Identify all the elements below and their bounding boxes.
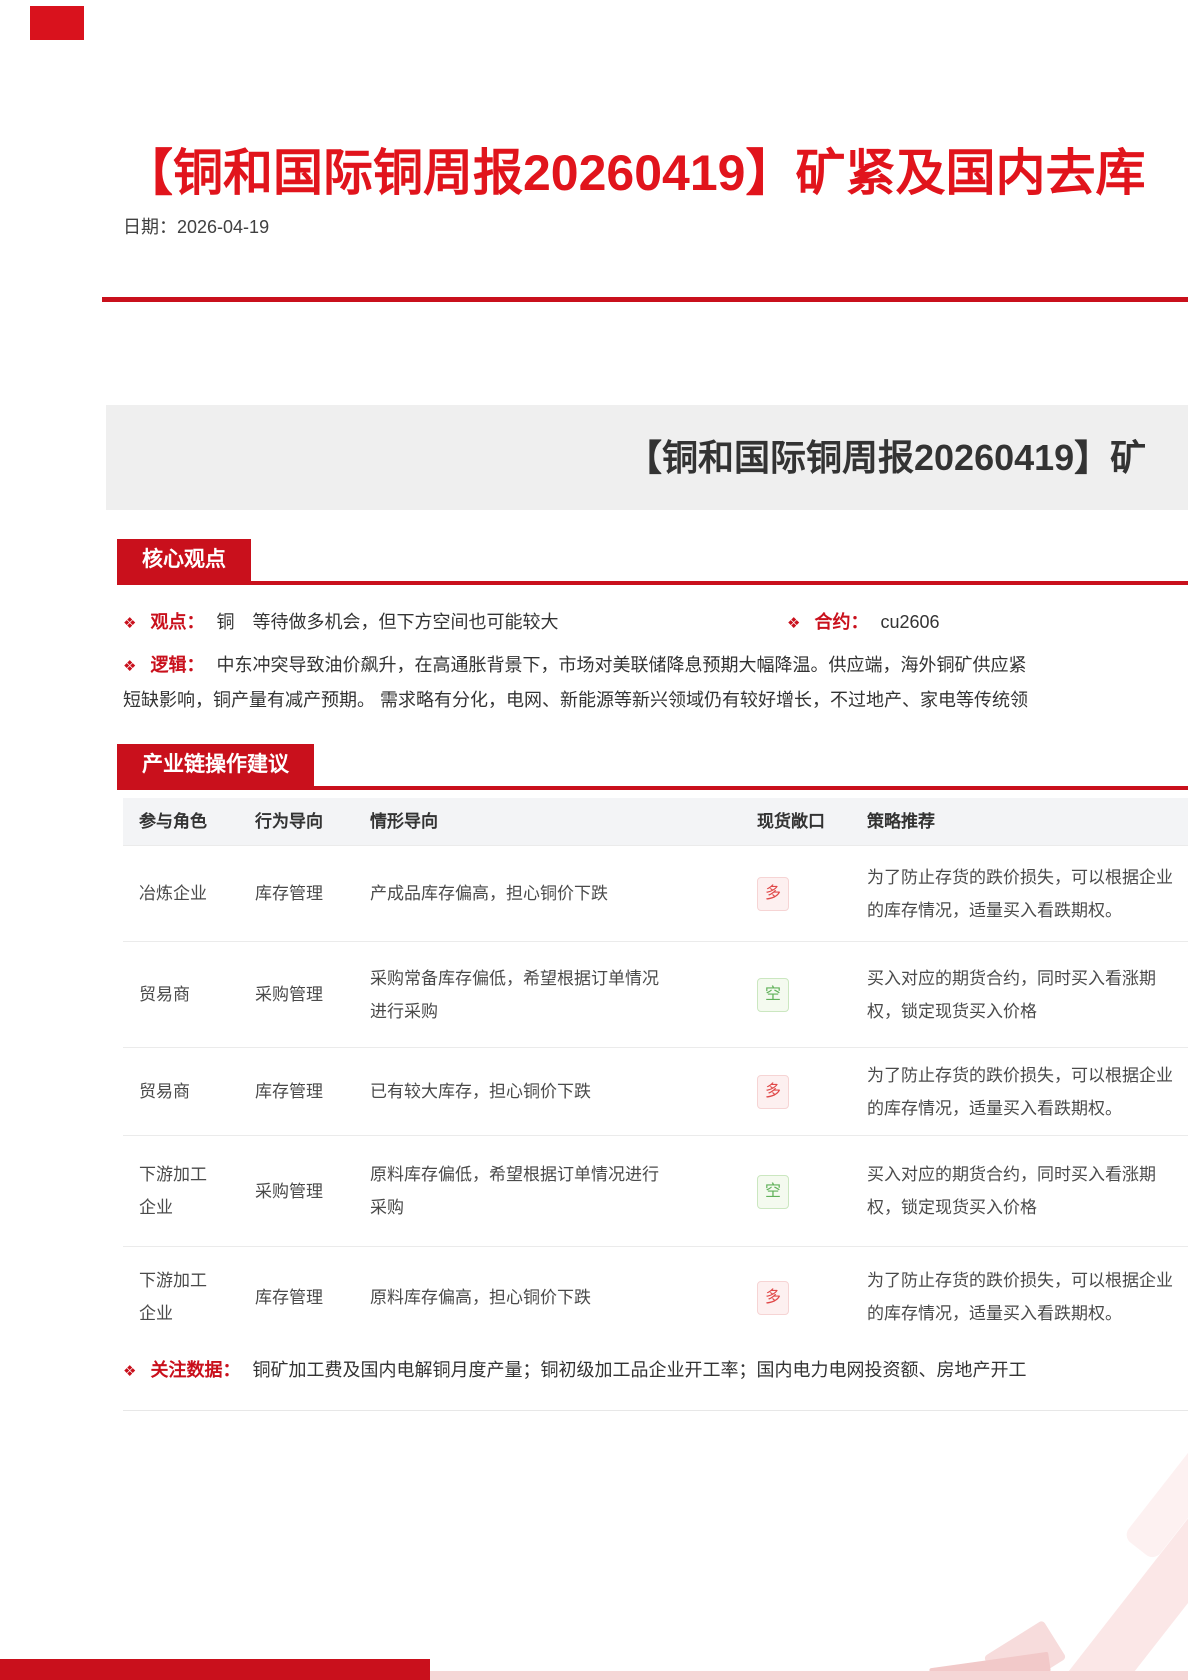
- header-strategy: 策略推荐: [867, 812, 935, 831]
- header-exposure: 现货敞口: [757, 812, 825, 831]
- cell-role: 贸易商: [139, 1082, 190, 1101]
- top-left-red-block: [30, 6, 84, 40]
- logic-paragraph: ❖ 逻辑： 中东冲突导致油价飙升，在高通胀背景下，市场对美联储降息预期大幅降温。供应…: [123, 648, 1188, 720]
- cell-behavior: 库存管理: [255, 1287, 323, 1307]
- cell-strategy: 为了防止存货的跌价损失，可以根据企业的库存情况，适量买入看跌期权。: [867, 867, 1173, 920]
- footer-red-strip: [0, 1659, 430, 1680]
- cell-strategy: 为了防止存货的跌价损失，可以根据企业的库存情况，适量买入看跌期权。: [867, 1271, 1173, 1323]
- page-title: 【铜和国际铜周报20260419】矿紧及国内去库: [123, 144, 1146, 201]
- advice-table: 参与角色 行为导向 情形导向 现货敞口 策略推荐 冶炼企业 库存管理 产成品库存…: [123, 798, 1188, 1347]
- exposure-badge-short: 空: [757, 1174, 789, 1209]
- exposure-badge-long: 多: [757, 877, 789, 911]
- contract-value: cu2606: [880, 612, 940, 632]
- cell-role: 贸易商: [139, 985, 190, 1004]
- watch-data-label: 关注数据：: [150, 1360, 241, 1380]
- watermark-stroke: [1061, 1428, 1188, 1680]
- report-date: 日期：2026-04-19: [123, 217, 270, 237]
- section-tag-industry: 产业链操作建议: [117, 744, 314, 786]
- viewpoint-text: 铜 等待做多机会，但下方空间也可能较大: [216, 612, 559, 632]
- bottom-divider: [123, 1410, 1188, 1411]
- banner-title: 【铜和国际铜周报20260419】矿: [626, 437, 1147, 478]
- cell-strategy: 买入对应的期货合约，同时买入看涨期权，锁定现货买入价格: [867, 968, 1156, 1021]
- cell-role: 下游加工企业: [139, 1271, 207, 1323]
- diamond-bullet-icon: ❖: [123, 615, 137, 632]
- footer-pink-band: [430, 1671, 1188, 1680]
- exposure-badge-long: 多: [757, 1280, 789, 1315]
- cell-strategy: 为了防止存货的跌价损失，可以根据企业的库存情况，适量买入看跌期权。: [867, 1065, 1173, 1118]
- viewpoint-contract-row: ❖ 观点： 铜 等待做多机会，但下方空间也可能较大 ❖ 合约： cu2606: [123, 608, 1188, 638]
- report-page: 【铜和国际铜周报20260419】矿紧及国内去库 日期：2026-04-19 【…: [0, 0, 1188, 1680]
- cell-situation: 已有较大库存，担心铜价下跌: [370, 1082, 591, 1101]
- contract-label: 合约：: [814, 612, 869, 632]
- cell-behavior: 采购管理: [255, 1181, 323, 1201]
- cell-situation: 采购常备库存偏低，希望根据订单情况进行采购: [370, 968, 659, 1021]
- logic-line-2: 短缺影响，铜产量有减产预期。 需求略有分化，电网、新能源等新兴领域仍有较好增长，…: [123, 690, 1028, 710]
- exposure-badge-long: 多: [757, 1075, 789, 1109]
- logic-text-1: 中东冲突导致油价飙升，在高通胀背景下，市场对美联储降息预期大幅降温。供应端，海外…: [216, 655, 1027, 675]
- table-row: 冶炼企业 库存管理 产成品库存偏高，担心铜价下跌 多 为了防止存货的跌价损失，可…: [123, 845, 1188, 941]
- header-behavior: 行为导向: [255, 812, 323, 831]
- cell-exposure: 空: [745, 977, 867, 1012]
- cell-situation: 原料库存偏低，希望根据订单情况进行采购: [370, 1165, 659, 1217]
- cell-exposure: 多: [745, 1074, 867, 1109]
- watch-data-row: ❖ 关注数据： 铜矿加工费及国内电解铜月度产量；铜初级加工品企业开工率；国内电力电网…: [123, 1352, 1188, 1388]
- cell-exposure: 空: [745, 1174, 867, 1209]
- header-role: 参与角色: [139, 812, 207, 831]
- cell-strategy: 买入对应的期货合约，同时买入看涨期权，锁定现货买入价格: [867, 1165, 1156, 1217]
- diamond-bullet-icon: ❖: [787, 615, 801, 632]
- watch-data-text: 铜矿加工费及国内电解铜月度产量；铜初级加工品企业开工率；国内电力电网投资额、房地…: [252, 1360, 1027, 1380]
- cell-exposure: 多: [745, 876, 867, 911]
- viewpoint-label: 观点：: [150, 612, 205, 632]
- header-situation: 情形导向: [370, 812, 438, 831]
- table-row: 下游加工企业 库存管理 原料库存偏高，担心铜价下跌 多 为了防止存货的跌价损失，…: [123, 1246, 1188, 1347]
- table-row: 贸易商 采购管理 采购常备库存偏低，希望根据订单情况进行采购 空 买入对应的期货…: [123, 941, 1188, 1047]
- cell-situation: 原料库存偏高，担心铜价下跌: [370, 1287, 591, 1307]
- viewpoint-item: ❖ 观点： 铜 等待做多机会，但下方空间也可能较大: [123, 608, 558, 634]
- exposure-badge-short: 空: [757, 978, 789, 1012]
- cell-role: 冶炼企业: [139, 884, 207, 903]
- table-row: 下游加工企业 采购管理 原料库存偏低，希望根据订单情况进行采购 空 买入对应的期…: [123, 1135, 1188, 1246]
- section-tag-core: 核心观点: [117, 539, 251, 581]
- logic-label: 逻辑：: [150, 655, 205, 675]
- cell-role: 下游加工企业: [139, 1165, 207, 1217]
- table-header-row: 参与角色 行为导向 情形导向 现货敞口 策略推荐: [123, 798, 1188, 845]
- diamond-bullet-icon: ❖: [123, 1363, 137, 1380]
- document-banner: 【铜和国际铜周报20260419】矿: [106, 405, 1188, 510]
- title-divider: [102, 297, 1188, 302]
- cell-behavior: 库存管理: [255, 884, 323, 903]
- contract-item: ❖ 合约： cu2606: [787, 608, 940, 634]
- cell-exposure: 多: [745, 1280, 867, 1315]
- logic-line-1: ❖ 逻辑： 中东冲突导致油价飙升，在高通胀背景下，市场对美联储降息预期大幅降温。供应…: [123, 648, 1188, 683]
- cell-behavior: 采购管理: [255, 985, 323, 1004]
- diamond-bullet-icon: ❖: [123, 658, 137, 675]
- section-heading-core: 核心观点: [117, 539, 1188, 585]
- table-row: 贸易商 库存管理 已有较大库存，担心铜价下跌 多 为了防止存货的跌价损失，可以根…: [123, 1047, 1188, 1135]
- cell-situation: 产成品库存偏高，担心铜价下跌: [370, 884, 608, 903]
- cell-behavior: 库存管理: [255, 1082, 323, 1101]
- section-heading-industry: 产业链操作建议: [117, 744, 1188, 790]
